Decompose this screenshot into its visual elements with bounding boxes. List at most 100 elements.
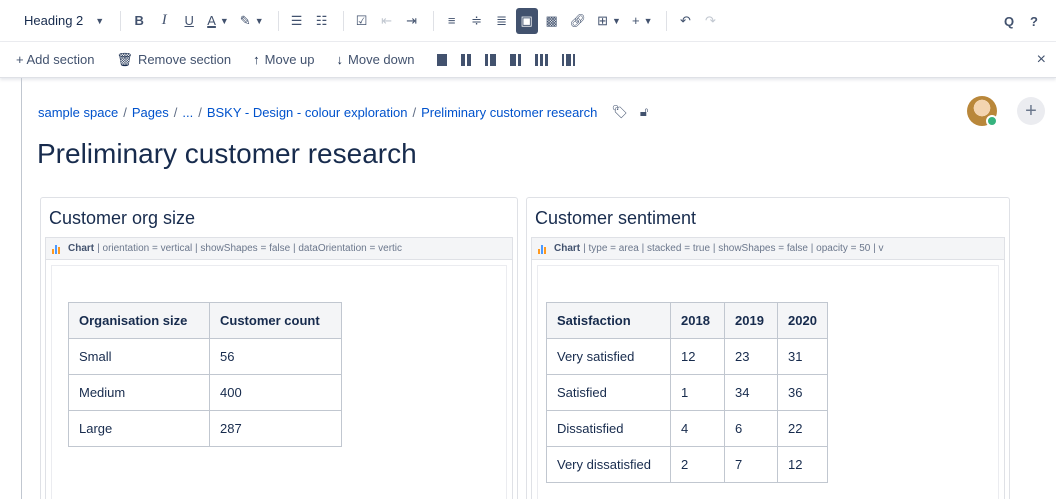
bold-button[interactable]: B — [128, 8, 150, 34]
align-left-button[interactable]: ≡ — [441, 8, 463, 34]
table-cell[interactable]: Small — [68, 338, 210, 375]
insert-table-button[interactable]: ⊞ ▼ — [593, 8, 625, 34]
bullet-list-button[interactable]: ☰ — [286, 8, 308, 34]
align-right-icon: ≣ — [496, 12, 508, 28]
macro-params: | orientation = vertical | showShapes = … — [97, 243, 403, 254]
move-up-button[interactable]: ↑ Move up — [253, 47, 314, 73]
trash-icon: 🗑︎ — [116, 51, 133, 67]
table-cell[interactable]: Dissatisfied — [546, 410, 671, 447]
layout-column-right[interactable]: Customer sentiment Chart | type = area |… — [526, 197, 1010, 499]
bullet-list-icon: ☰ — [290, 12, 303, 28]
breadcrumb-parent-link[interactable]: BSKY - Design - colour exploration — [207, 105, 408, 120]
italic-button[interactable]: I — [153, 8, 175, 34]
checkbox-icon: ☑ — [355, 12, 368, 28]
table-header-cell[interactable]: Customer count — [209, 302, 342, 339]
macro-name: Chart — [554, 243, 581, 254]
breadcrumb-current-link[interactable]: Preliminary customer research — [421, 105, 597, 120]
table-row: Small 56 — [68, 338, 342, 375]
table-cell[interactable]: 6 — [724, 410, 778, 447]
find-replace-button[interactable]: Q — [998, 8, 1020, 34]
undo-button[interactable]: ↶ — [674, 8, 696, 34]
chevron-down-icon: ▼ — [612, 15, 621, 26]
label-tag-icon[interactable]: 🏷︎ — [611, 104, 628, 120]
undo-icon: ↶ — [680, 12, 691, 28]
table-cell[interactable]: Satisfied — [546, 374, 671, 411]
remove-section-button[interactable]: 🗑︎ Remove section — [116, 47, 231, 73]
table-header-cell[interactable]: Satisfaction — [546, 302, 671, 339]
page-layout-button[interactable]: ▣ — [515, 7, 538, 34]
chart-macro[interactable]: Chart | type = area | stacked = true | s… — [531, 237, 1005, 499]
table-cell[interactable]: 4 — [670, 410, 725, 447]
insert-link-button[interactable]: 🔗︎ — [566, 8, 591, 34]
layout-three-columns-icon[interactable] — [534, 53, 548, 66]
breadcrumb-pages-link[interactable]: Pages — [132, 105, 169, 120]
indent-button[interactable]: ⇥ — [401, 8, 423, 34]
table-cell[interactable]: 34 — [724, 374, 778, 411]
table-header-row: Organisation size Customer count — [68, 302, 342, 339]
section-heading[interactable]: Customer sentiment — [535, 208, 696, 229]
table-header-cell[interactable]: Organisation size — [68, 302, 210, 339]
table-cell[interactable]: 31 — [777, 338, 828, 375]
numbered-list-button[interactable]: ☷ — [311, 8, 333, 34]
table-cell[interactable]: Large — [68, 410, 210, 447]
text-color-button[interactable]: A ▼ — [203, 8, 233, 34]
table-header-cell[interactable]: 2018 — [670, 302, 725, 339]
breadcrumb-ellipsis-link[interactable]: ... — [182, 105, 193, 120]
table-header-cell[interactable]: 2019 — [724, 302, 778, 339]
breadcrumb-separator: / — [198, 104, 202, 120]
text-style-dropdown[interactable]: Heading 2 ▼ — [18, 8, 110, 34]
layout-column-left[interactable]: Customer org size Chart | orientation = … — [40, 197, 518, 499]
breadcrumb-space-link[interactable]: sample space — [38, 105, 118, 120]
outdent-button[interactable]: ⇤ — [376, 8, 398, 34]
table-cell[interactable]: Medium — [68, 374, 210, 411]
add-section-button[interactable]: + Add section — [16, 47, 94, 73]
close-layout-toolbar-button[interactable]: × — [1037, 42, 1046, 78]
redo-button[interactable]: ↷ — [699, 8, 721, 34]
table-header-cell[interactable]: 2020 — [777, 302, 828, 339]
plus-icon: + — [631, 13, 640, 28]
move-down-label: Move down — [348, 52, 415, 67]
table-cell[interactable]: Very satisfied — [546, 338, 671, 375]
layout-three-columns-sidebars-icon[interactable] — [561, 53, 575, 66]
table-cell[interactable]: 7 — [724, 446, 778, 483]
move-down-button[interactable]: ↓ Move down — [337, 47, 415, 73]
page-layout-icon: ▣ — [520, 12, 533, 28]
page-title[interactable]: Preliminary customer research — [37, 138, 417, 170]
magic-wand-icon: ✎ — [239, 12, 251, 28]
help-button[interactable]: ? — [1023, 8, 1045, 34]
table-cell[interactable]: Very dissatisfied — [546, 446, 671, 483]
macro-body: Organisation size Customer count Small 5… — [51, 265, 507, 499]
table-cell[interactable]: 56 — [209, 338, 342, 375]
restrictions-lock-icon[interactable]: 🔓︎ — [640, 104, 648, 120]
align-right-button[interactable]: ≣ — [491, 8, 513, 34]
table-cell[interactable]: 287 — [209, 410, 342, 447]
align-left-icon: ≡ — [447, 13, 456, 28]
table-cell[interactable]: 12 — [670, 338, 725, 375]
section-heading[interactable]: Customer org size — [49, 208, 195, 229]
macro-placeholder-bar[interactable]: Chart | orientation = vertical | showSha… — [46, 238, 512, 260]
layout-single-column-icon[interactable] — [436, 53, 447, 66]
insert-image-button[interactable]: ▩ — [541, 8, 563, 34]
table-cell[interactable]: 12 — [777, 446, 828, 483]
underline-button[interactable]: U — [178, 8, 200, 34]
toolbar-divider — [342, 10, 344, 31]
macro-name: Chart — [68, 243, 95, 254]
table-cell[interactable]: 22 — [777, 410, 828, 447]
insert-more-button[interactable]: + ▼ — [628, 8, 657, 34]
table-cell[interactable]: 1 — [670, 374, 725, 411]
more-formatting-button[interactable]: ✎ ▼ — [236, 8, 268, 34]
table-icon: ⊞ — [597, 12, 609, 28]
layout-two-columns-icon[interactable] — [460, 53, 471, 66]
table-cell[interactable]: 36 — [777, 374, 828, 411]
macro-placeholder-bar[interactable]: Chart | type = area | stacked = true | s… — [532, 238, 1004, 260]
chart-macro[interactable]: Chart | orientation = vertical | showSha… — [45, 237, 513, 499]
task-list-button[interactable]: ☑ — [351, 8, 373, 34]
layout-right-sidebar-icon[interactable] — [509, 53, 521, 66]
add-collaborator-button[interactable]: + — [1017, 97, 1045, 125]
table-cell[interactable]: 2 — [670, 446, 725, 483]
chevron-down-icon: ▼ — [95, 15, 105, 26]
table-cell[interactable]: 400 — [209, 374, 342, 411]
table-cell[interactable]: 23 — [724, 338, 778, 375]
align-center-button[interactable]: ≑ — [466, 8, 488, 34]
layout-left-sidebar-icon[interactable] — [484, 53, 496, 66]
